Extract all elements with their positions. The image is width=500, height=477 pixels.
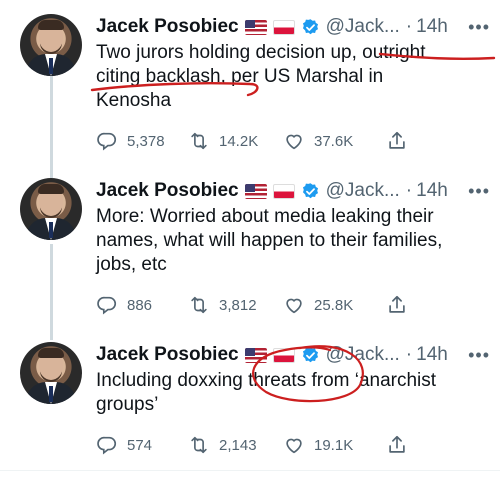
share-icon <box>389 131 405 149</box>
timestamp[interactable]: 14h <box>416 16 448 38</box>
tweet[interactable]: Jacek Posobiec @Jack... · 14h ••• More: … <box>0 172 500 332</box>
avatar <box>20 14 82 76</box>
tweet-actions: 5,378 14.2K 37.6K <box>96 129 490 153</box>
tweet-header: Jacek Posobiec @Jack... · 14h ••• <box>96 14 490 40</box>
us-flag-icon <box>244 19 267 35</box>
separator-dot: · <box>405 344 413 365</box>
divider <box>0 470 500 471</box>
more-options-icon[interactable]: ••• <box>468 181 490 202</box>
share-button[interactable] <box>386 130 417 152</box>
retweet-icon <box>191 296 207 314</box>
tweet-text-line: jobs, etc <box>96 254 167 275</box>
tweet-text-line: citing backlash, per US Marshal in <box>96 66 384 87</box>
reply-button[interactable]: 5,378 <box>96 130 188 152</box>
reply-icon <box>97 132 117 151</box>
more-options-icon[interactable]: ••• <box>468 345 490 366</box>
retweet-button[interactable]: 3,812 <box>188 294 283 316</box>
tweet[interactable]: Jacek Posobiec @Jack... · 14h ••• Includ… <box>0 336 500 468</box>
us-flag-icon <box>244 183 267 199</box>
separator-dot: · <box>405 16 413 37</box>
tweet-text-line: Kenosha <box>96 90 172 111</box>
author-handle[interactable]: @Jack... <box>326 16 400 38</box>
tweet-text-line: groups’ <box>96 394 159 415</box>
like-icon <box>286 134 302 150</box>
tweet-text: Two jurors holding decision up, outright… <box>96 41 490 113</box>
tweet[interactable]: Jacek Posobiec @Jack... · 14h ••• Two ju… <box>0 8 500 168</box>
like-button[interactable]: 25.8K <box>283 294 386 316</box>
timestamp[interactable]: 14h <box>416 344 448 366</box>
author-name[interactable]: Jacek Posobiec <box>96 344 239 366</box>
retweet-count: 3,812 <box>219 296 257 314</box>
retweet-button[interactable]: 14.2K <box>188 130 283 152</box>
poland-flag-icon <box>272 183 295 199</box>
author-avatar[interactable] <box>20 178 82 240</box>
like-button[interactable]: 37.6K <box>283 130 386 152</box>
like-icon <box>286 298 302 314</box>
retweet-icon <box>191 132 207 150</box>
retweet-button[interactable]: 2,143 <box>188 434 283 456</box>
reply-button[interactable]: 886 <box>96 294 188 316</box>
author-name[interactable]: Jacek Posobiec <box>96 180 239 202</box>
tweet-text: More: Worried about media leaking their … <box>96 205 490 277</box>
timestamp[interactable]: 14h <box>416 180 448 202</box>
verified-badge-icon <box>302 346 318 362</box>
tweet-text: Including doxxing threats from ‘anarchis… <box>96 369 490 417</box>
tweet-actions: 886 3,812 25.8K <box>96 293 490 317</box>
tweet-text-line: Including doxxing threats from ‘anarchis… <box>96 370 437 391</box>
share-button[interactable] <box>386 434 417 456</box>
share-button[interactable] <box>386 294 417 316</box>
author-avatar[interactable] <box>20 14 82 76</box>
like-icon <box>286 438 302 454</box>
verified-badge-icon <box>302 182 318 198</box>
avatar <box>20 178 82 240</box>
reply-count: 5,378 <box>127 132 165 150</box>
verified-badge-icon <box>302 18 318 34</box>
author-handle[interactable]: @Jack... <box>326 344 400 366</box>
reply-button[interactable]: 574 <box>96 434 188 456</box>
reply-icon <box>97 296 117 315</box>
tweet-text-line: More: Worried about media leaking their <box>96 206 434 227</box>
tweet-header: Jacek Posobiec @Jack... · 14h ••• <box>96 178 490 204</box>
separator-dot: · <box>405 180 413 201</box>
author-avatar[interactable] <box>20 342 82 404</box>
author-name[interactable]: Jacek Posobiec <box>96 16 239 38</box>
retweet-count: 14.2K <box>219 132 259 150</box>
poland-flag-icon <box>272 347 295 363</box>
reply-count: 886 <box>127 296 153 314</box>
tweet-text-line: names, what will happen to their familie… <box>96 230 443 251</box>
share-icon <box>389 295 405 313</box>
tweet-actions: 574 2,143 19.1K <box>96 433 490 457</box>
avatar <box>20 342 82 404</box>
like-count: 25.8K <box>314 296 354 314</box>
retweet-icon <box>191 436 207 454</box>
reply-count: 574 <box>127 436 153 454</box>
tweet-text-line: Two jurors holding decision up, outright <box>96 42 426 63</box>
us-flag-icon <box>244 347 267 363</box>
poland-flag-icon <box>272 19 295 35</box>
reply-icon <box>97 436 117 455</box>
like-count: 37.6K <box>314 132 354 150</box>
share-icon <box>389 435 405 453</box>
author-handle[interactable]: @Jack... <box>326 180 400 202</box>
retweet-count: 2,143 <box>219 436 257 454</box>
like-count: 19.1K <box>314 436 354 454</box>
more-options-icon[interactable]: ••• <box>468 17 490 38</box>
tweet-header: Jacek Posobiec @Jack... · 14h ••• <box>96 342 490 368</box>
like-button[interactable]: 19.1K <box>283 434 386 456</box>
